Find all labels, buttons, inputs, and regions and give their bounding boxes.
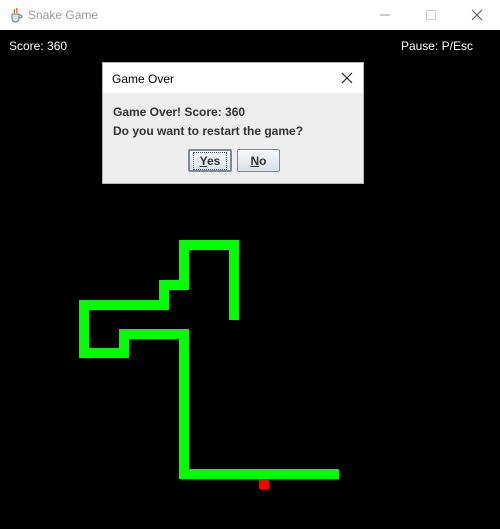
- dialog-message-question: Do you want to restart the game?: [113, 124, 304, 138]
- yes-button-label: Yes: [192, 151, 228, 170]
- no-button-label: No: [250, 153, 267, 168]
- maximize-button[interactable]: [408, 0, 454, 30]
- dialog-titlebar[interactable]: Game Over: [103, 63, 363, 93]
- close-window-button[interactable]: [454, 0, 500, 30]
- pause-hint: Pause: P/Esc: [400, 39, 473, 53]
- snake-segment: [179, 469, 339, 479]
- no-button[interactable]: No: [237, 149, 280, 172]
- java-cup-icon: [11, 7, 23, 23]
- window-titlebar[interactable]: Snake Game: [0, 0, 500, 30]
- food-pellet: [259, 479, 269, 489]
- dialog-close-button[interactable]: [337, 68, 357, 88]
- close-icon: [471, 9, 483, 21]
- score-label: Score: 360: [9, 39, 68, 53]
- close-icon: [341, 72, 353, 84]
- minimize-button[interactable]: [362, 0, 408, 30]
- maximize-icon: [426, 10, 436, 20]
- yes-button[interactable]: Yes: [188, 149, 232, 172]
- snake-segment: [179, 329, 189, 479]
- game-over-dialog: Game Over Game Over! Score: 360 Do you w…: [102, 62, 364, 184]
- snake-segment: [79, 300, 169, 310]
- snake-segment: [229, 240, 239, 320]
- dialog-title: Game Over: [112, 72, 175, 86]
- dialog-message-score: Game Over! Score: 360: [113, 105, 246, 119]
- window-title: Snake Game: [28, 8, 99, 22]
- minimize-icon: [380, 14, 390, 16]
